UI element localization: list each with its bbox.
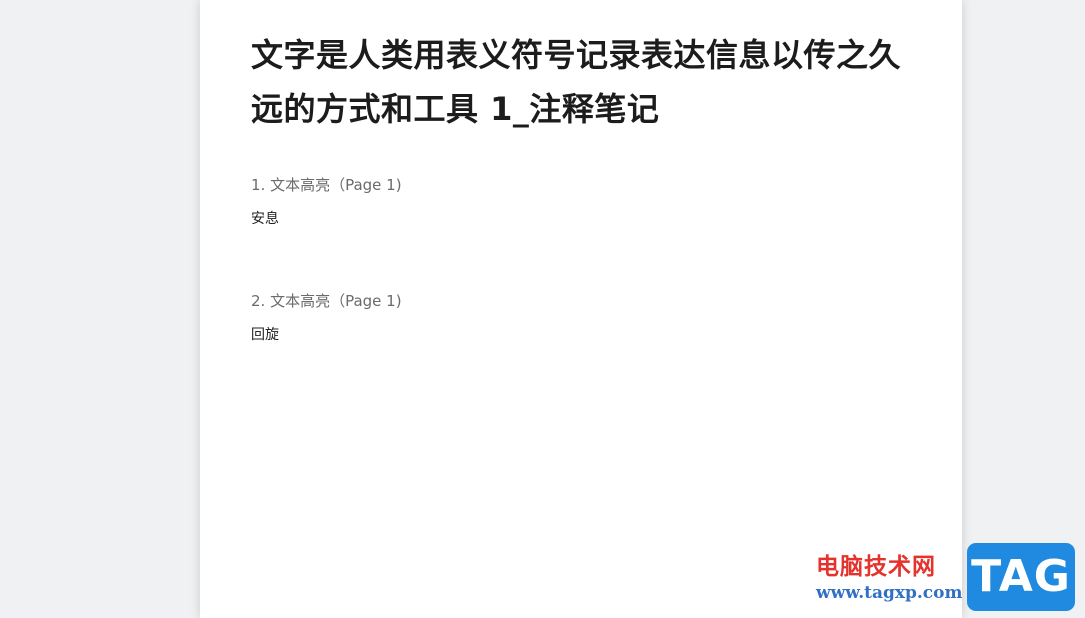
document-title: 文字是人类用表义符号记录表达信息以传之久远的方式和工具 1_注释笔记 [251, 36, 902, 128]
note-content: 回旋 [251, 327, 279, 343]
watermark-url: www.tagxp.com [816, 583, 963, 603]
note-heading: 2. 文本高亮（Page 1) [251, 292, 402, 310]
note-content: 安息 [251, 211, 279, 227]
document-page[interactable]: 文字是人类用表义符号记录表达信息以传之久远的方式和工具 1_注释笔记 1. 文本… [200, 0, 962, 618]
watermark-site-name: 电脑技术网 [816, 554, 936, 580]
note-item[interactable]: 2. 文本高亮（Page 1) 回旋 [251, 291, 851, 345]
document-viewer: 文字是人类用表义符号记录表达信息以传之久远的方式和工具 1_注释笔记 1. 文本… [0, 0, 1085, 618]
note-heading: 1. 文本高亮（Page 1) [251, 176, 402, 194]
watermark: 电脑技术网 www.tagxp.com TAG [814, 543, 1080, 613]
note-item[interactable]: 1. 文本高亮（Page 1) 安息 [251, 175, 851, 229]
watermark-logo: TAG [967, 543, 1075, 611]
